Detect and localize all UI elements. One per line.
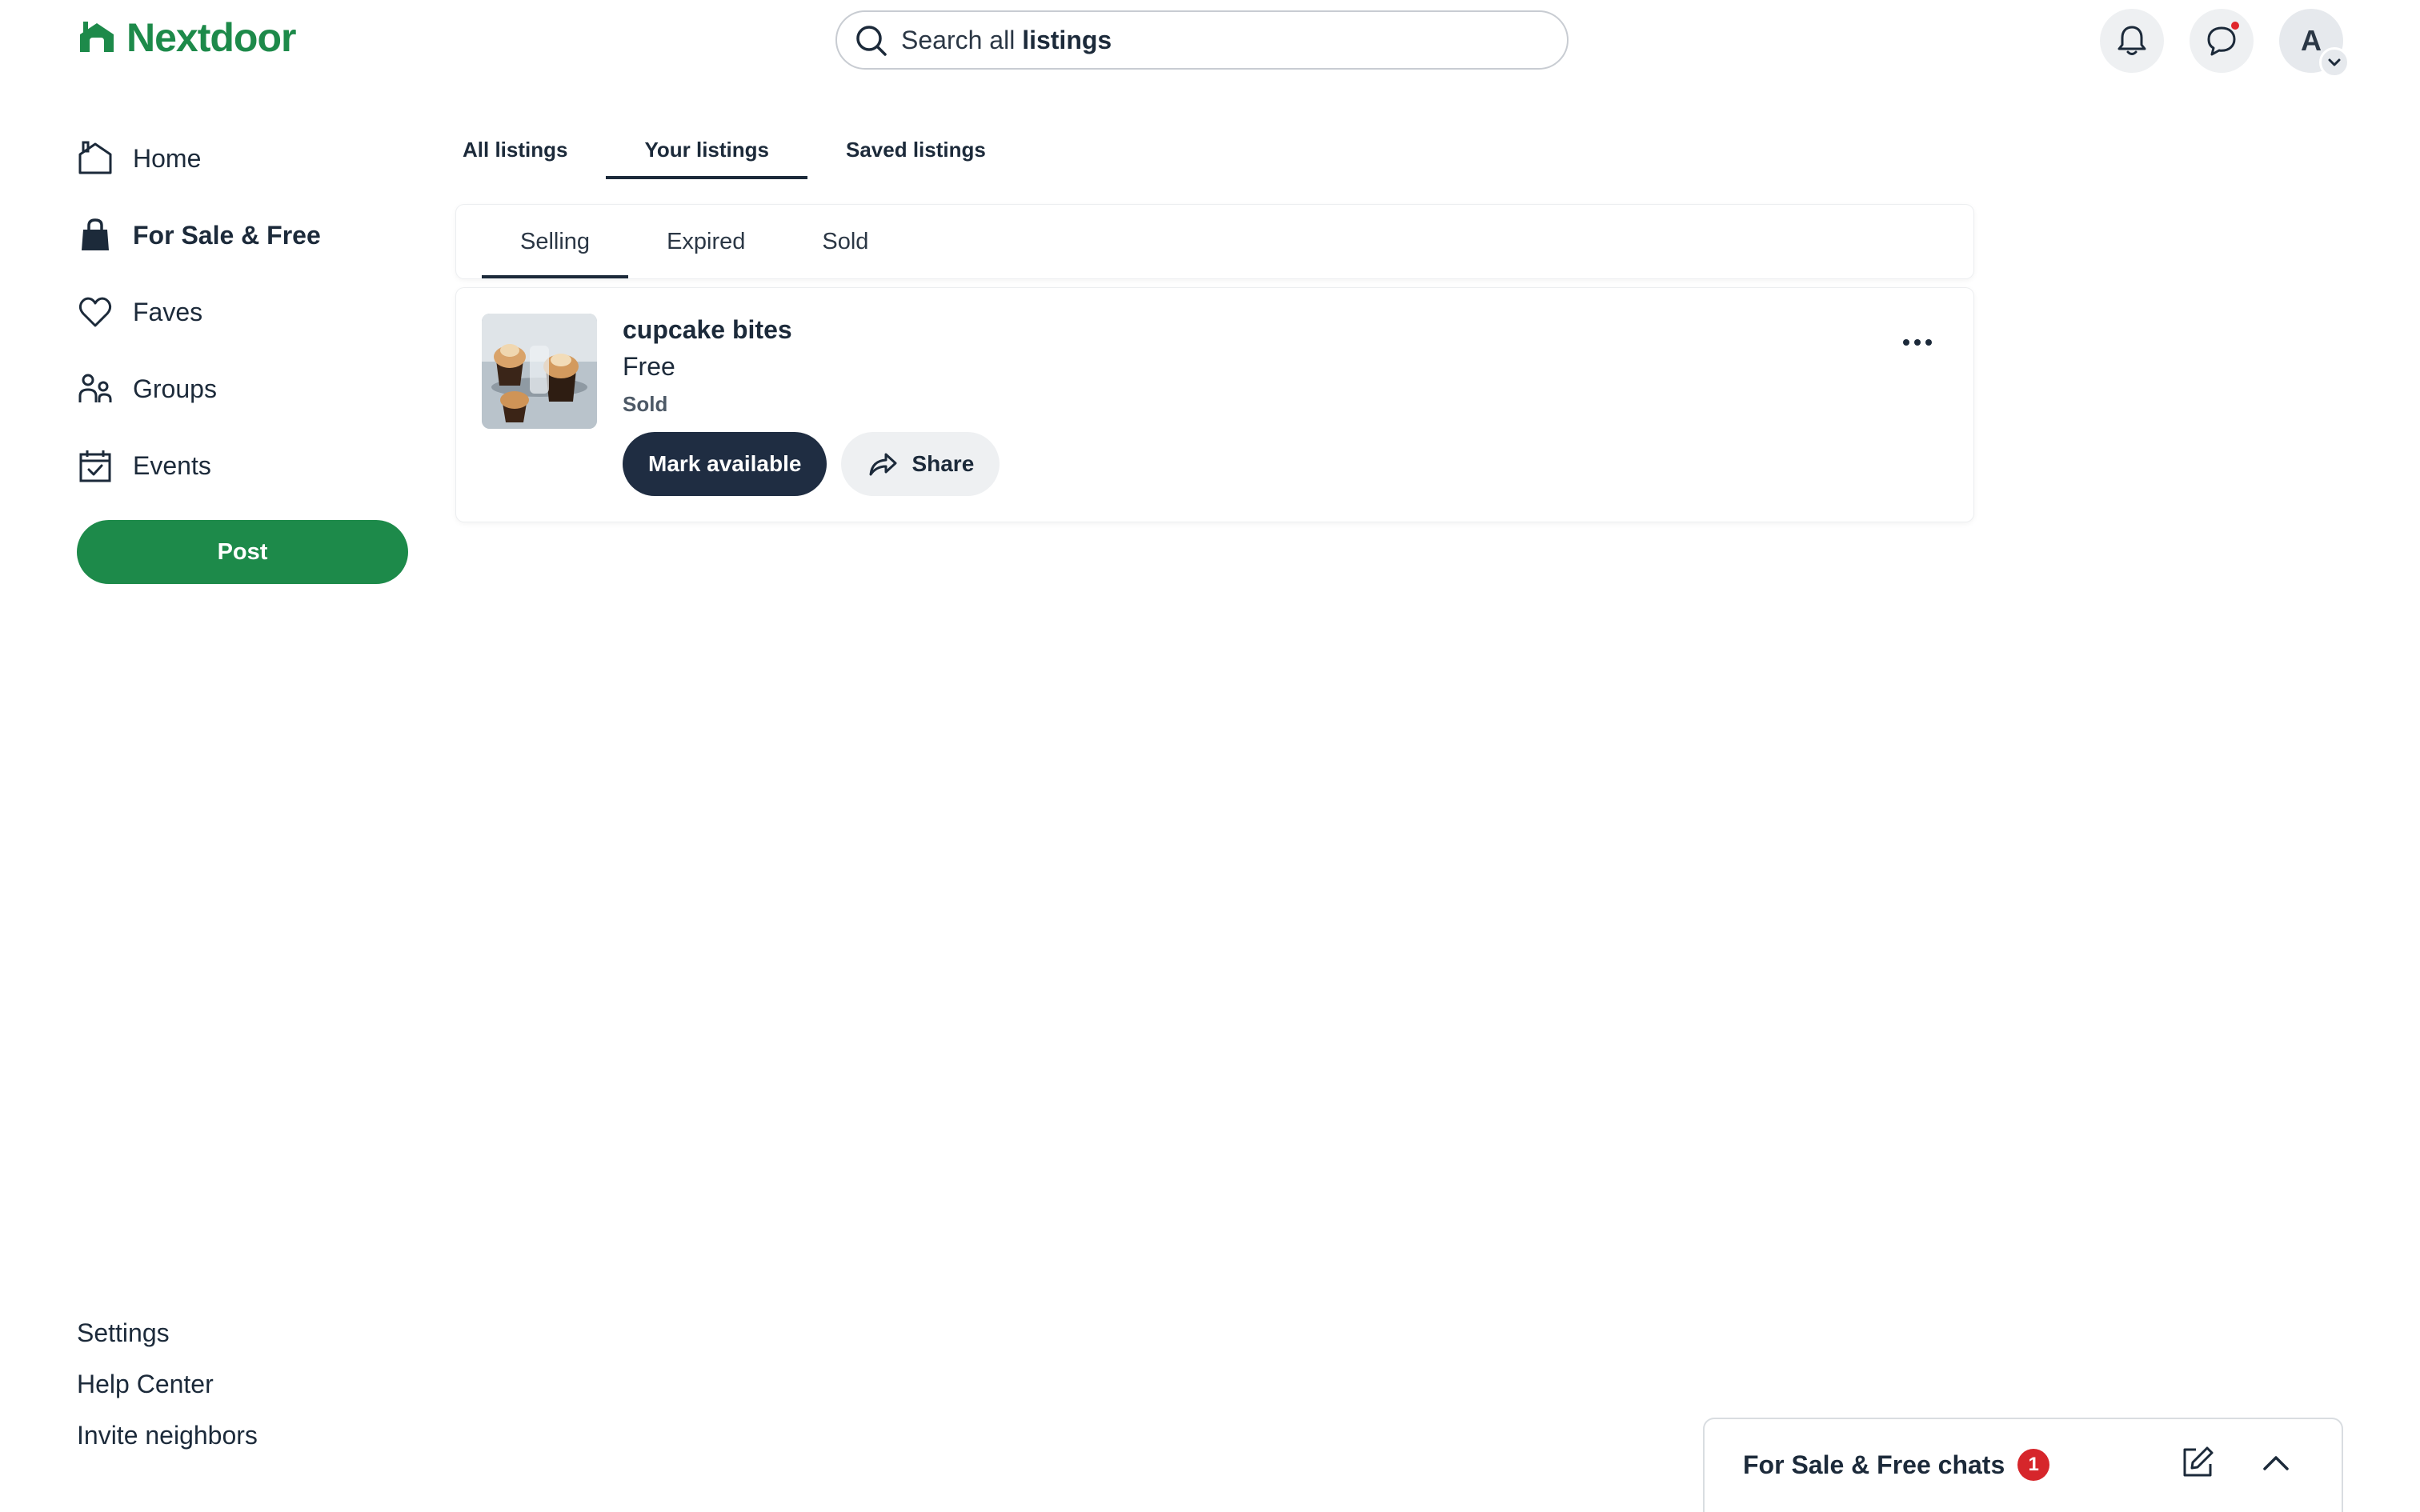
heart-icon bbox=[78, 297, 112, 327]
compose-icon bbox=[2183, 1446, 2214, 1477]
tab-expired[interactable]: Expired bbox=[628, 205, 783, 278]
unread-dot bbox=[2230, 20, 2241, 31]
listing-info: cupcake bites Free Sold bbox=[623, 315, 792, 417]
search-icon bbox=[856, 26, 887, 56]
brand-name: Nextdoor bbox=[126, 15, 296, 60]
mark-available-button[interactable]: Mark available bbox=[623, 432, 827, 496]
more-horizontal-icon bbox=[1903, 339, 1932, 346]
more-options-button[interactable] bbox=[1895, 326, 1940, 358]
groups-icon bbox=[78, 374, 112, 402]
bell-icon bbox=[2118, 26, 2146, 55]
nextdoor-logo[interactable]: Nextdoor bbox=[77, 14, 296, 61]
footer-links: Settings Help Center Invite neighbors bbox=[77, 1312, 258, 1466]
listing-status: Sold bbox=[623, 392, 668, 416]
page: Nextdoor Search all listings A Home For … bbox=[0, 0, 2420, 1512]
chats-dock[interactable]: For Sale & Free chats 1 bbox=[1703, 1418, 2343, 1512]
listing-thumbnail[interactable] bbox=[482, 314, 597, 429]
listing-tabs: All listings Your listings Saved listing… bbox=[456, 120, 1024, 179]
share-label: Share bbox=[912, 451, 975, 476]
house-logo-icon bbox=[80, 22, 114, 52]
home-icon bbox=[78, 141, 112, 174]
tab-saved-listings[interactable]: Saved listings bbox=[807, 120, 1024, 179]
sidebar-item-label: For Sale & Free bbox=[133, 220, 321, 250]
sidebar-item-home[interactable]: Home bbox=[77, 120, 413, 197]
status-tabs: Selling Expired Sold bbox=[456, 205, 1973, 278]
shopping-bag-icon bbox=[82, 218, 109, 250]
sidebar-item-label: Events bbox=[133, 450, 211, 480]
avatar[interactable]: A bbox=[2279, 9, 2350, 78]
tab-selling[interactable]: Selling bbox=[482, 205, 629, 278]
listing-actions: Mark available Share bbox=[623, 432, 1000, 496]
tab-your-listings[interactable]: Your listings bbox=[606, 120, 807, 179]
search-placeholder: Search all listings bbox=[901, 25, 1112, 54]
tab-sold[interactable]: Sold bbox=[783, 205, 907, 278]
chevron-down-icon bbox=[2319, 47, 2350, 78]
share-button[interactable]: Share bbox=[841, 432, 1000, 496]
sidebar-item-for-sale[interactable]: For Sale & Free bbox=[77, 197, 413, 274]
help-center-link[interactable]: Help Center bbox=[77, 1363, 258, 1414]
cupcake-photo bbox=[482, 314, 597, 429]
listing-title[interactable]: cupcake bites bbox=[623, 315, 792, 352]
listing-price: Free bbox=[623, 352, 675, 381]
sidebar-item-faves[interactable]: Faves bbox=[77, 274, 413, 350]
notifications-button[interactable] bbox=[2100, 9, 2164, 73]
sidebar-item-label: Groups bbox=[133, 374, 217, 403]
unread-count-badge: 1 bbox=[2017, 1449, 2050, 1481]
chevron-up-icon bbox=[2263, 1456, 2289, 1470]
listing-card[interactable]: cupcake bites Free Sold Mark available S… bbox=[456, 288, 1973, 522]
calendar-icon bbox=[79, 450, 111, 482]
sidebar-item-events[interactable]: Events bbox=[77, 427, 413, 504]
sidebar-item-groups[interactable]: Groups bbox=[77, 350, 413, 427]
chats-title: For Sale & Free chats bbox=[1743, 1450, 2005, 1479]
expand-chats-button[interactable] bbox=[2257, 1443, 2295, 1482]
settings-link[interactable]: Settings bbox=[77, 1312, 258, 1363]
tab-all-listings[interactable]: All listings bbox=[456, 120, 606, 179]
share-icon bbox=[869, 453, 897, 476]
messages-button[interactable] bbox=[2190, 9, 2254, 73]
sidebar-item-label: Home bbox=[133, 143, 202, 173]
invite-neighbors-link[interactable]: Invite neighbors bbox=[77, 1414, 258, 1466]
sidebar: Home For Sale & Free Faves Groups Events… bbox=[77, 120, 413, 584]
sidebar-item-label: Faves bbox=[133, 297, 203, 326]
compose-button[interactable] bbox=[2178, 1443, 2217, 1482]
avatar-initial: A bbox=[2301, 24, 2322, 57]
post-button[interactable]: Post bbox=[77, 520, 408, 584]
search-input[interactable]: Search all listings bbox=[835, 10, 1569, 70]
